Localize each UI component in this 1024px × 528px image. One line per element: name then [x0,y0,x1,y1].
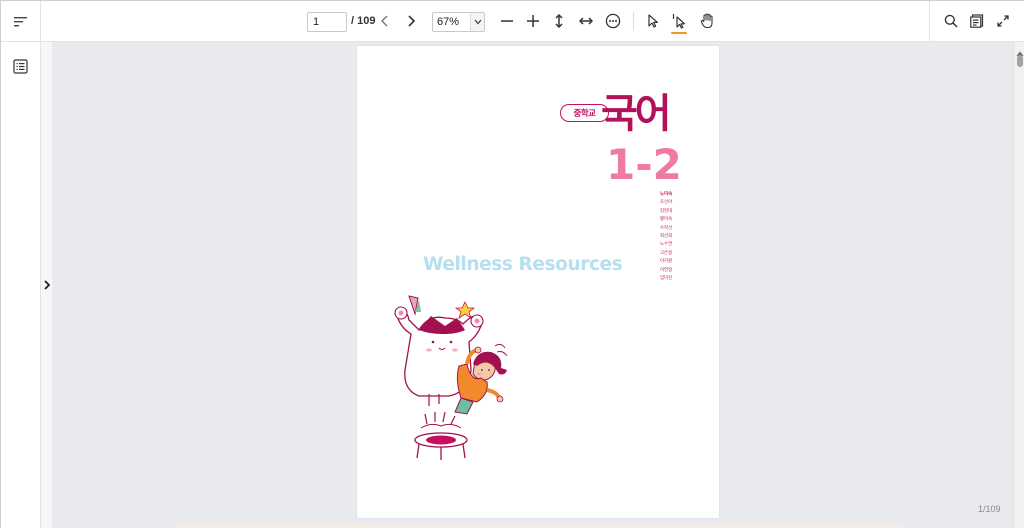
grade-title: 1-2 [606,140,682,189]
search-icon[interactable] [941,11,961,31]
thumbnails-icon[interactable] [967,11,987,31]
zoom-select[interactable]: 67% [432,12,485,32]
toolbar-right-divider [929,1,930,42]
active-tool-indicator [671,32,687,34]
document-page: 중학교 국어 1-2 노미숙 조선아 김현대 황미숙 수학선 최선희 노수연 고… [357,46,719,518]
sidebar-toggle-area [1,1,41,42]
author-name: 고은정 [660,250,673,256]
document-viewer[interactable]: 중학교 국어 1-2 노미숙 조선아 김현대 황미숙 수학선 최선희 노수연 고… [53,42,1013,528]
chevron-right-icon[interactable] [401,11,421,31]
author-list: 노미숙 조선아 김현대 황미숙 수학선 최선희 노수연 고은정 이지원 이연정 … [660,191,680,283]
menu-lines-icon[interactable] [11,12,31,32]
chevron-left-icon[interactable] [375,11,395,31]
toolbar-separator [633,12,634,31]
text-select-icon[interactable] [669,11,689,31]
author-name: 이연정 [660,267,673,273]
author-name: 노미숙 [660,192,673,197]
table-of-contents-icon[interactable] [13,59,28,79]
sidebar [1,42,41,528]
page-number-input[interactable] [307,12,347,32]
zoom-value: 67% [437,16,460,28]
author-name: 황미숙 [660,217,673,223]
pointer-icon[interactable] [643,11,663,31]
author-name: 임미진 [660,276,673,282]
hand-icon[interactable] [697,11,717,31]
author-name: 노수연 [660,242,673,248]
pdf-viewer-window: / 109 67% [0,0,1024,528]
author-name: 최선희 [660,234,673,240]
sidebar-expand-handle[interactable] [41,42,53,528]
more-options-icon[interactable] [603,11,623,31]
author-name: 이지원 [660,259,673,265]
scrollbar-thumb[interactable] [1017,55,1023,67]
page-counter: 1/109 [978,504,1001,514]
chevron-right-icon[interactable] [42,278,52,296]
watermark-text: Wellness Resources [423,254,623,275]
author-name: 김현대 [660,208,673,214]
next-page-edge [177,523,903,528]
chevron-down-icon[interactable] [470,13,484,31]
vertical-scrollbar[interactable] [1013,42,1024,528]
fit-width-icon[interactable] [576,11,596,31]
minus-icon[interactable] [497,11,517,31]
author-name: 조선아 [660,200,673,206]
author-name: 수학선 [660,225,673,231]
fit-height-icon[interactable] [549,11,569,31]
plus-icon[interactable] [523,11,543,31]
subject-title: 국어 [601,91,672,137]
page-total-label: / 109 [351,15,376,27]
toolbar: / 109 67% [1,1,1024,42]
cover-illustration [385,294,515,469]
expand-icon[interactable] [993,11,1013,31]
